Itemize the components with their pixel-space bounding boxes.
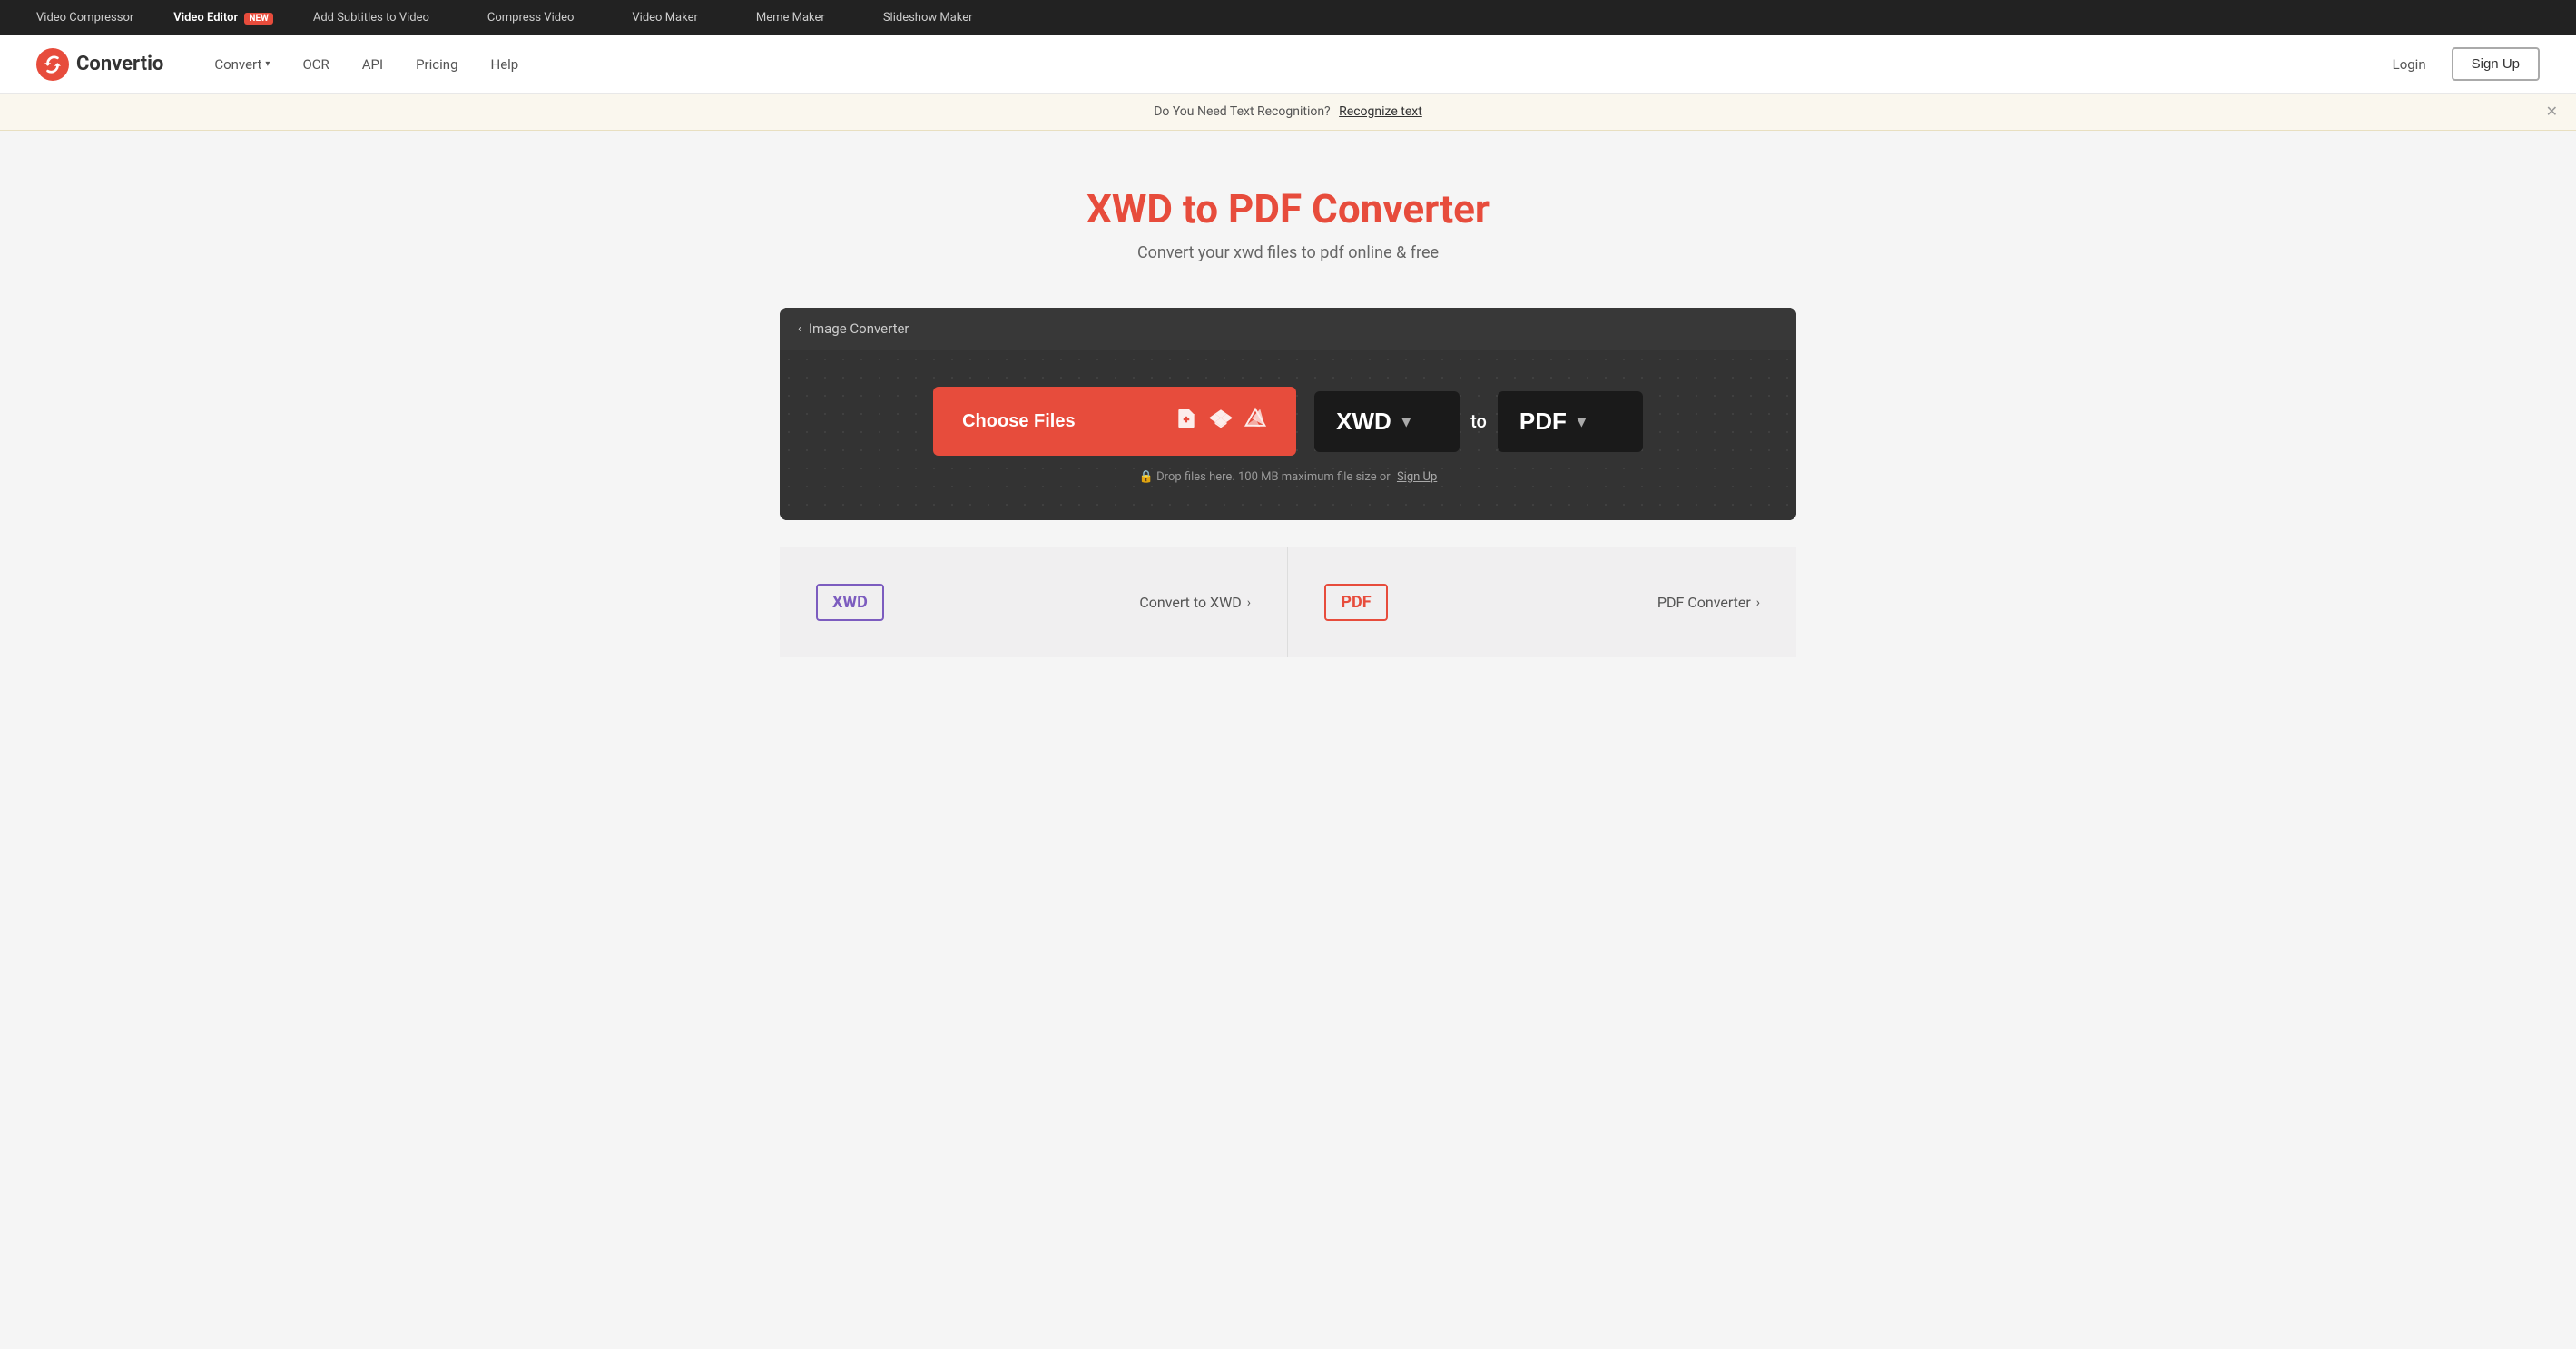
to-label: to (1470, 410, 1487, 432)
nav-links: Convert ▾ OCR API Pricing Help (200, 49, 2381, 80)
converter-controls: Choose Files (807, 387, 1769, 456)
converter-box: ‹ Image Converter Choose Files (780, 308, 1796, 520)
local-file-icon (1175, 407, 1198, 436)
nav-pricing[interactable]: Pricing (401, 49, 472, 80)
topbar-slideshow-maker[interactable]: Slideshow Maker (865, 5, 991, 30)
nav-right: Login Sign Up (2382, 47, 2540, 81)
nav-api[interactable]: API (348, 49, 398, 80)
drop-hint-text: Drop files here. 100 MB maximum file siz… (1156, 470, 1391, 484)
xwd-badge: XWD (816, 584, 884, 621)
to-format-button[interactable]: PDF ▾ (1498, 391, 1643, 452)
convert-to-xwd-label: Convert to XWD (1139, 594, 1241, 611)
nav-ocr[interactable]: OCR (288, 49, 343, 80)
nav-help[interactable]: Help (477, 49, 534, 80)
topbar-video-maker[interactable]: Video Maker (614, 5, 715, 30)
from-format-chevron: ▾ (1402, 412, 1411, 431)
hero-subtitle: Convert your xwd files to pdf online & f… (18, 243, 2558, 262)
from-format-button[interactable]: XWD ▾ (1314, 391, 1460, 452)
converter-section: ‹ Image Converter Choose Files (762, 308, 1814, 520)
cards-section: XWD Convert to XWD › PDF PDF Converter › (762, 547, 1814, 694)
xwd-card: XWD Convert to XWD › (780, 547, 1288, 657)
topbar-compress-video[interactable]: Compress Video (469, 5, 592, 30)
new-badge: NEW (244, 13, 272, 25)
logo-icon (36, 48, 69, 81)
back-chevron-icon: ‹ (798, 322, 801, 336)
page-title: XWD to PDF Converter (18, 185, 2558, 232)
pdf-converter-label: PDF Converter (1657, 594, 1751, 611)
chevron-down-icon: ▾ (265, 59, 270, 69)
nav-convert[interactable]: Convert ▾ (200, 49, 284, 80)
converter-body: Choose Files (780, 350, 1796, 520)
xwd-link-arrow: › (1247, 596, 1251, 610)
convert-to-xwd-link[interactable]: Convert to XWD › (1139, 594, 1251, 611)
signup-button[interactable]: Sign Up (2452, 47, 2540, 81)
topbar-video-editor[interactable]: Video Editor NEW (173, 11, 273, 25)
converter-header-label: Image Converter (809, 320, 909, 337)
to-format-chevron: ▾ (1578, 412, 1586, 431)
converter-header: ‹ Image Converter (780, 308, 1796, 350)
banner-close-button[interactable]: ✕ (2546, 103, 2558, 121)
topbar-video-compressor[interactable]: Video Compressor (18, 5, 152, 30)
pdf-converter-link[interactable]: PDF Converter › (1657, 594, 1760, 611)
choose-files-button[interactable]: Choose Files (933, 387, 1296, 456)
main-nav: Convertio Convert ▾ OCR API Pricing Help… (0, 35, 2576, 94)
top-bar: Video Compressor Video Editor NEW Add Su… (0, 0, 2576, 35)
pdf-badge: PDF (1324, 584, 1388, 621)
lock-icon: 🔒 (1139, 470, 1154, 484)
drop-hint: 🔒 Drop files here. 100 MB maximum file s… (807, 470, 1769, 484)
topbar-add-subtitles[interactable]: Add Subtitles to Video (295, 5, 447, 30)
to-format-label: PDF (1519, 408, 1567, 436)
format-selector: XWD ▾ to PDF ▾ (1314, 391, 1643, 452)
hero-section: XWD to PDF Converter Convert your xwd fi… (0, 131, 2576, 290)
dropbox-icon (1209, 407, 1233, 436)
recognize-text-link[interactable]: Recognize text (1339, 104, 1422, 119)
topbar-meme-maker[interactable]: Meme Maker (738, 5, 843, 30)
file-upload-icons (1175, 407, 1267, 436)
pdf-card: PDF PDF Converter › (1288, 547, 1796, 657)
pdf-link-arrow: › (1756, 596, 1760, 610)
notification-banner: Do You Need Text Recognition? Recognize … (0, 94, 2576, 131)
from-format-label: XWD (1336, 408, 1391, 436)
choose-files-label: Choose Files (962, 411, 1075, 432)
logo-text: Convertio (76, 53, 163, 75)
logo[interactable]: Convertio (36, 48, 163, 81)
google-drive-icon (1244, 407, 1267, 436)
drop-hint-signup-link[interactable]: Sign Up (1397, 470, 1437, 484)
login-button[interactable]: Login (2382, 49, 2437, 80)
banner-text: Do You Need Text Recognition? (1154, 104, 1331, 119)
